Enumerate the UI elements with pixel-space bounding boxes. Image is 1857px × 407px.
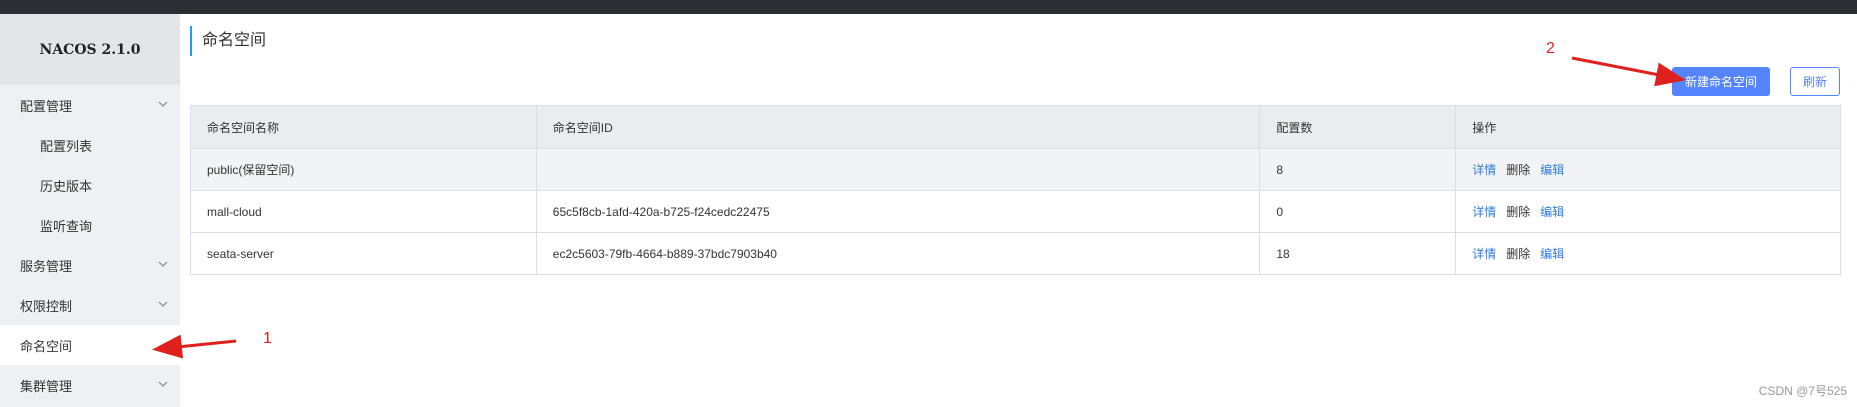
main-content: 命名空间 新建命名空间 刷新 命名空间名称 命名空间ID 配置数 操作 publ… <box>180 14 1857 407</box>
sidebar-item-label: 集群管理 <box>20 378 73 394</box>
table-header-row: 命名空间名称 命名空间ID 配置数 操作 <box>190 105 1841 149</box>
column-header-actions: 操作 <box>1455 105 1841 149</box>
table-row: seata-server ec2c5603-79fb-4664-b889-37bd… <box>190 232 1841 275</box>
sidebar-item-6[interactable]: 命名空间 <box>0 325 180 365</box>
delete-link[interactable]: 删除 <box>1506 247 1530 261</box>
column-header-count: 配置数 <box>1259 105 1457 149</box>
chevron-down-icon <box>156 97 170 111</box>
delete-link[interactable]: 删除 <box>1506 163 1530 177</box>
cell-count: 8 <box>1259 148 1457 191</box>
cell-count: 18 <box>1259 232 1457 275</box>
edit-link[interactable]: 编辑 <box>1540 247 1564 261</box>
cell-name: public(保留空间) <box>190 148 537 191</box>
cell-actions: 详情 删除 编辑 <box>1455 148 1841 191</box>
sidebar-item-label: 命名空间 <box>20 338 73 354</box>
sidebar-item-label: 服务管理 <box>20 258 73 274</box>
sidebar-item-0[interactable]: 配置管理 <box>0 85 180 125</box>
detail-link[interactable]: 详情 <box>1472 163 1496 177</box>
cell-count: 0 <box>1259 190 1457 233</box>
chevron-down-icon <box>156 297 170 311</box>
cell-actions: 详情 删除 编辑 <box>1455 190 1841 233</box>
table-row: mall-cloud 65c5f8cb-1afd-420a-b725-f24ced… <box>190 190 1841 233</box>
page-title: 命名空间 <box>190 26 266 56</box>
cell-id: ec2c5603-79fb-4664-b889-37bdc7903b40 <box>535 232 1261 275</box>
chevron-down-icon <box>156 377 170 391</box>
watermark: CSDN @7号525 <box>1758 384 1847 398</box>
sidebar-item-label: 权限控制 <box>20 298 73 314</box>
table-row: public(保留空间) 8 详情 删除 编辑 <box>190 148 1841 191</box>
sidebar-item-7[interactable]: 集群管理 <box>0 365 180 405</box>
column-header-name: 命名空间名称 <box>190 105 537 149</box>
edit-link[interactable]: 编辑 <box>1540 163 1564 177</box>
refresh-button[interactable]: 刷新 <box>1790 67 1840 96</box>
top-bar <box>0 0 1857 14</box>
detail-link[interactable]: 详情 <box>1472 247 1496 261</box>
cell-name: mall-cloud <box>190 190 537 233</box>
sidebar-nav: 配置管理配置列表历史版本监听查询服务管理权限控制命名空间集群管理 <box>0 85 180 405</box>
sidebar-item-label: 历史版本 <box>40 178 93 194</box>
sidebar: NACOS 2.1.0 配置管理配置列表历史版本监听查询服务管理权限控制命名空间… <box>0 14 180 407</box>
sidebar-item-5[interactable]: 权限控制 <box>0 285 180 325</box>
annotation-label-1: 1 <box>263 330 272 347</box>
chevron-down-icon <box>156 257 170 271</box>
sidebar-item-1[interactable]: 配置列表 <box>0 125 180 165</box>
sidebar-item-label: 配置管理 <box>20 98 73 114</box>
new-namespace-button[interactable]: 新建命名空间 <box>1672 67 1770 96</box>
column-header-id: 命名空间ID <box>535 105 1261 149</box>
annotation-label-2: 2 <box>1546 40 1555 57</box>
cell-id: 65c5f8cb-1afd-420a-b725-f24cedc22475 <box>535 190 1261 233</box>
sidebar-item-3[interactable]: 监听查询 <box>0 205 180 245</box>
cell-actions: 详情 删除 编辑 <box>1455 232 1841 275</box>
sidebar-item-label: 监听查询 <box>40 218 93 234</box>
sidebar-item-2[interactable]: 历史版本 <box>0 165 180 205</box>
sidebar-item-4[interactable]: 服务管理 <box>0 245 180 285</box>
cell-id <box>535 148 1261 191</box>
namespace-table: 命名空间名称 命名空间ID 配置数 操作 public(保留空间) 8 详情 删除 编辑… <box>190 105 1841 275</box>
edit-link[interactable]: 编辑 <box>1540 205 1564 219</box>
delete-link[interactable]: 删除 <box>1506 205 1530 219</box>
brand-title: NACOS 2.1.0 <box>0 14 180 85</box>
cell-name: seata-server <box>190 232 537 275</box>
detail-link[interactable]: 详情 <box>1472 205 1496 219</box>
sidebar-item-label: 配置列表 <box>40 138 93 154</box>
